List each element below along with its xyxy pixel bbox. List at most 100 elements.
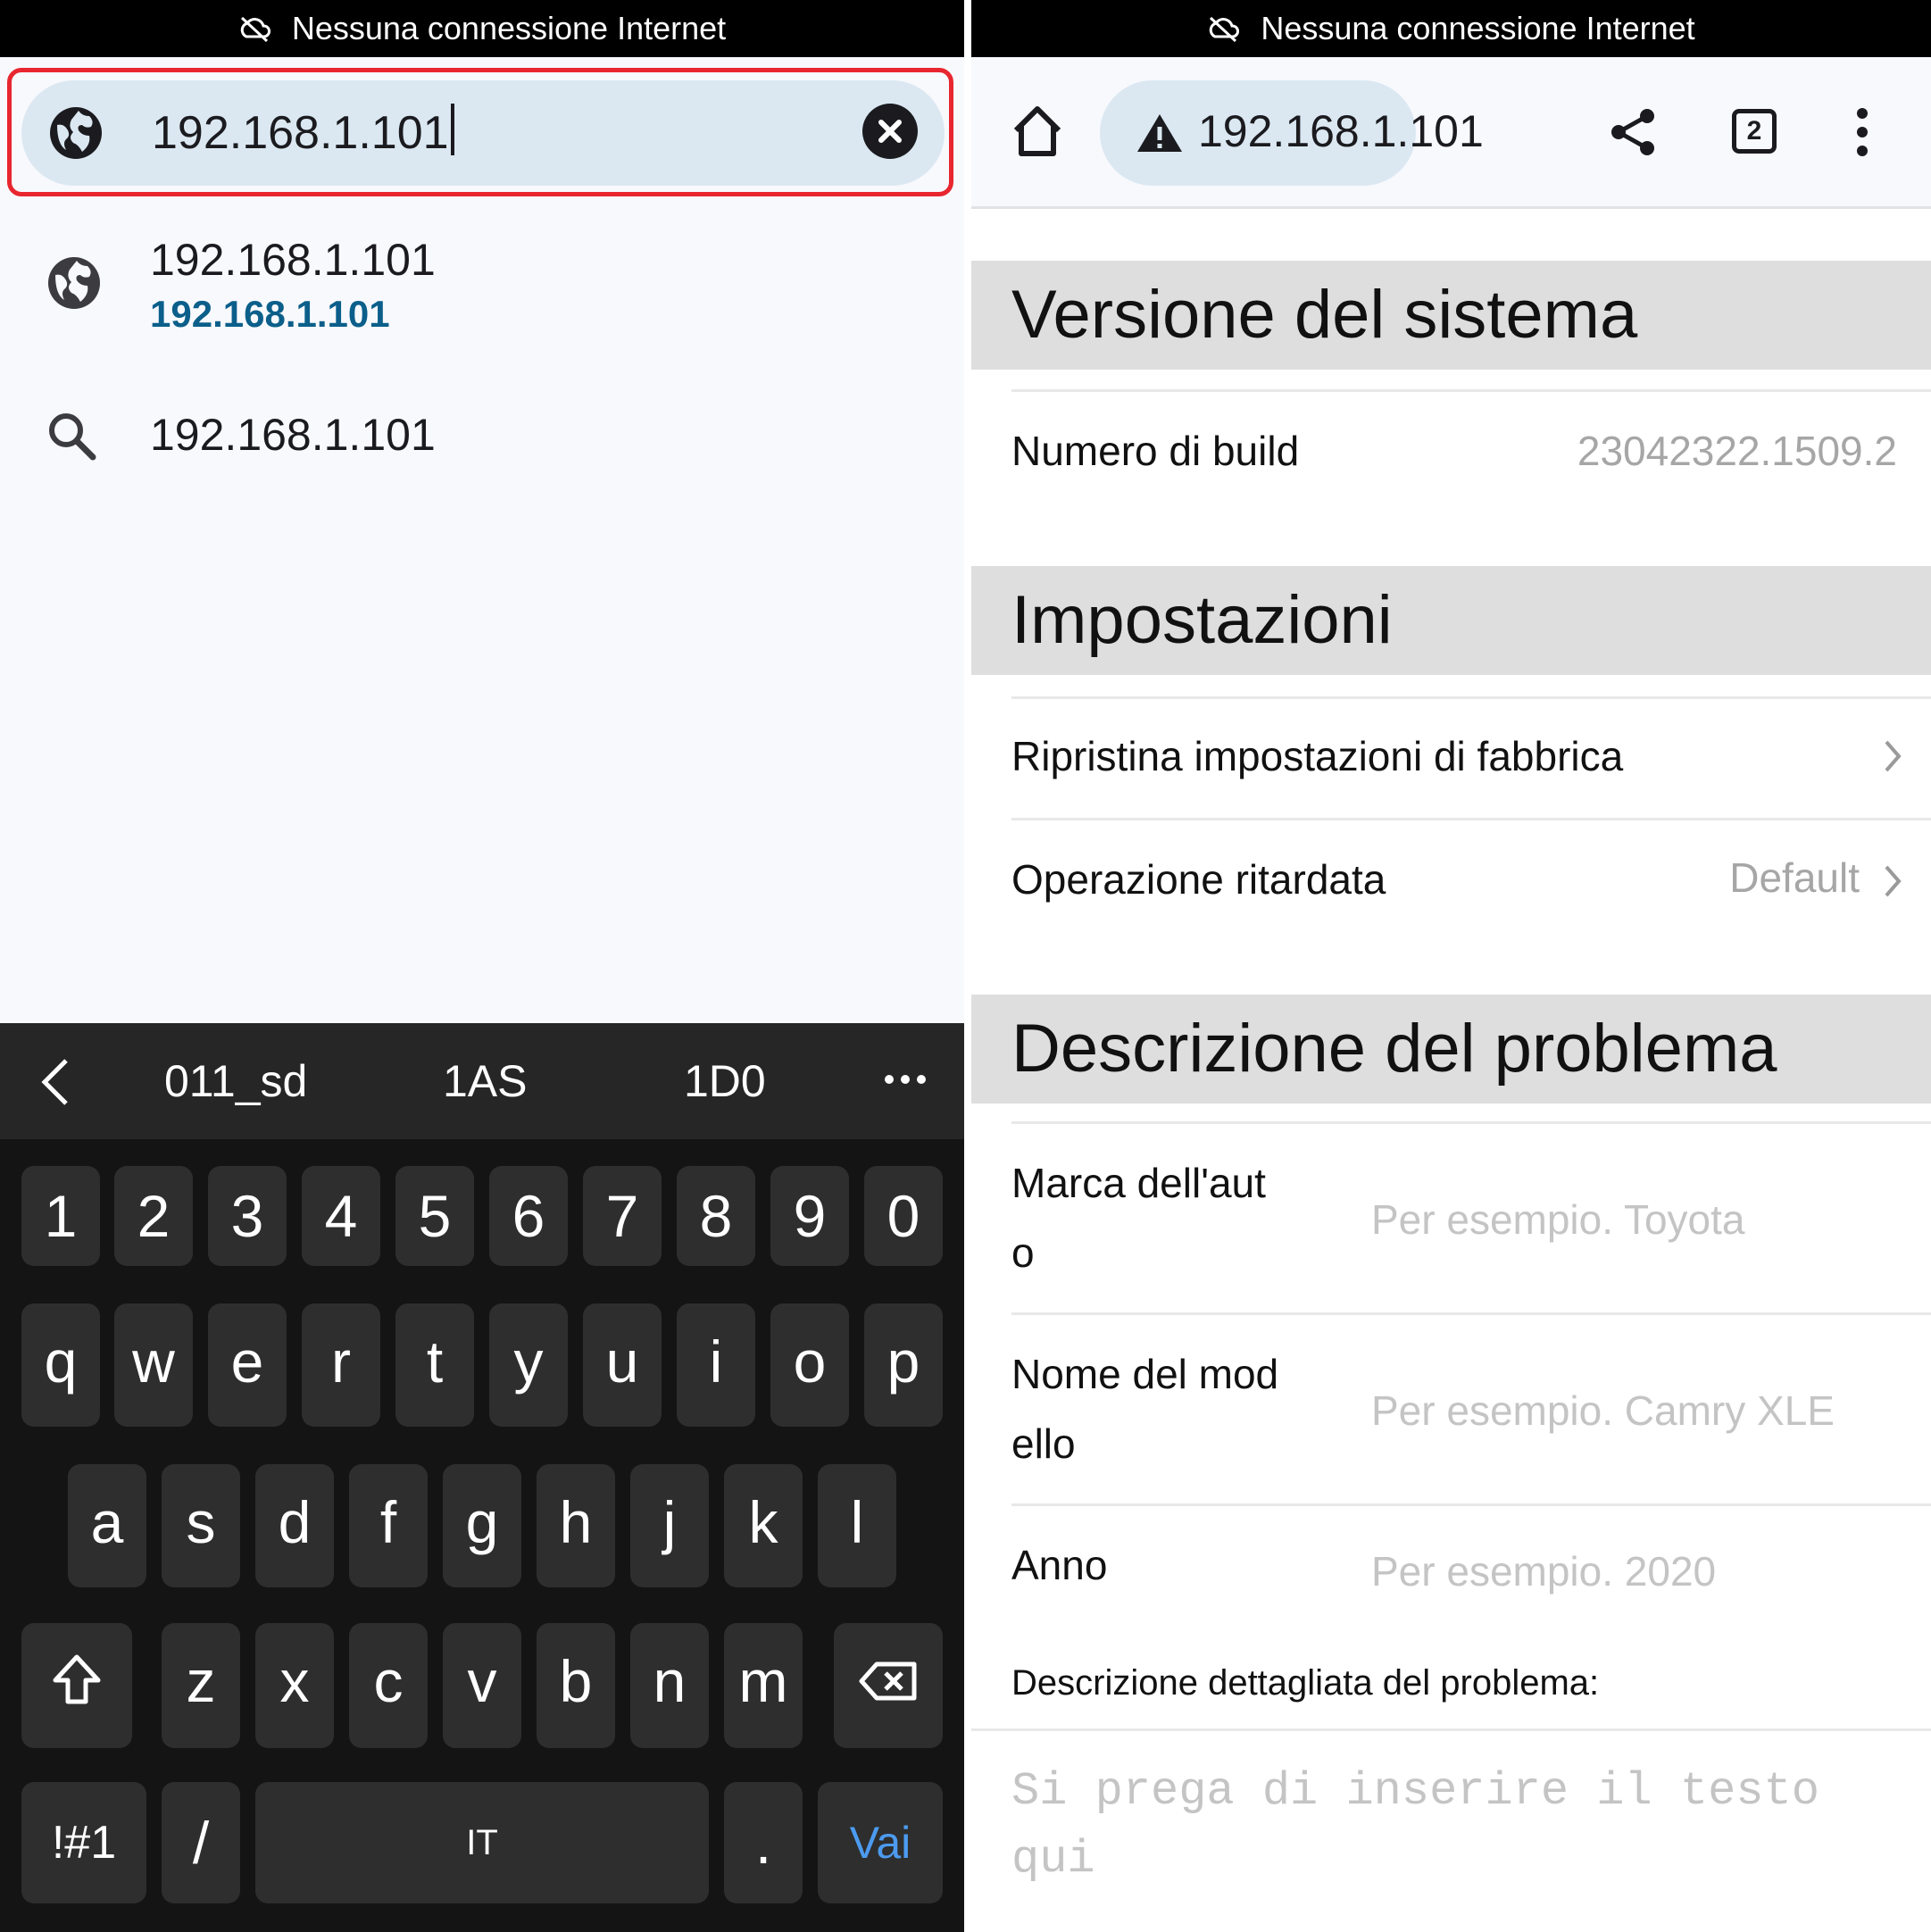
detailed-description-textarea[interactable]: Si prega di inserire il testo qui (971, 1728, 1931, 1932)
shift-key[interactable] (21, 1623, 132, 1748)
key-7[interactable]: 7 (583, 1166, 662, 1266)
search-icon (49, 413, 96, 461)
share-icon[interactable] (1609, 107, 1657, 157)
build-number-label: Numero di build (1011, 428, 1300, 474)
slash-key[interactable]: / (162, 1782, 240, 1903)
space-key[interactable]: IT (255, 1782, 709, 1903)
key-w[interactable]: w (114, 1303, 193, 1427)
key-n[interactable]: n (630, 1623, 709, 1748)
status-bar: Nessuna connessione Internet (971, 0, 1931, 57)
car-brand-label-line2: o (1011, 1229, 1035, 1276)
key-o[interactable]: o (770, 1303, 849, 1427)
key-e[interactable]: e (208, 1303, 287, 1427)
prediction-2[interactable]: 1AS (443, 1055, 528, 1107)
symbols-key[interactable]: !#1 (21, 1782, 146, 1903)
suggestion-title: 192.168.1.101 (150, 410, 436, 460)
key-9[interactable]: 9 (770, 1166, 849, 1266)
period-key[interactable]: . (724, 1782, 803, 1903)
home-icon[interactable] (1011, 104, 1064, 159)
key-m[interactable]: m (724, 1623, 803, 1748)
suggestion-url[interactable]: 192.168.1.101 192.168.1.101 (0, 229, 964, 345)
key-l[interactable]: l (818, 1464, 896, 1587)
url-input[interactable]: 192.168.1.101 (21, 80, 945, 186)
chevron-left-icon[interactable] (39, 1057, 71, 1107)
prediction-bar: 011_sd 1AS 1D0 (0, 1023, 964, 1139)
panel-divider (964, 0, 971, 1932)
key-c[interactable]: c (349, 1623, 428, 1748)
key-5[interactable]: 5 (395, 1166, 474, 1266)
address-text: 192.168.1.101 (1198, 106, 1484, 156)
delayed-operation-value: Default (1729, 854, 1860, 901)
key-h[interactable]: h (537, 1464, 615, 1587)
model-name-label-line1: Nome del mod (1011, 1351, 1279, 1397)
url-text[interactable]: 192.168.1.101 (152, 104, 454, 161)
key-b[interactable]: b (537, 1623, 615, 1748)
shift-icon (53, 1654, 101, 1704)
backspace-icon (859, 1661, 917, 1701)
key-t[interactable]: t (395, 1303, 474, 1427)
car-brand-input[interactable]: Per esempio. Toyota (1371, 1195, 1745, 1244)
section-header-problem: Descrizione del problema (971, 995, 1931, 1103)
overflow-menu-icon[interactable] (1855, 107, 1869, 157)
tab-switcher-button[interactable]: 2 (1732, 109, 1777, 154)
key-4[interactable]: 4 (302, 1166, 380, 1266)
key-8[interactable]: 8 (677, 1166, 755, 1266)
globe-icon (48, 257, 100, 309)
section-header-settings: Impostazioni (971, 566, 1931, 675)
key-r[interactable]: r (302, 1303, 380, 1427)
status-bar: Nessuna connessione Internet (0, 0, 964, 57)
year-row: Per esempio. 2020 (1011, 1503, 1931, 1637)
delayed-operation-label: Operazione ritardata (1011, 856, 1386, 903)
key-y[interactable]: y (489, 1303, 568, 1427)
device-settings-page: Nessuna connessione Internet 192.168.1.1… (971, 0, 1931, 1932)
key-i[interactable]: i (677, 1303, 755, 1427)
key-k[interactable]: k (724, 1464, 803, 1587)
car-brand-label-line1: Marca dell'aut (1011, 1160, 1266, 1206)
model-name-label-line2: ello (1011, 1420, 1076, 1467)
year-label: Anno (1011, 1542, 1108, 1588)
prediction-1[interactable]: 011_sd (164, 1055, 307, 1107)
close-icon (878, 120, 902, 143)
key-f[interactable]: f (349, 1464, 428, 1587)
key-u[interactable]: u (583, 1303, 662, 1427)
section-header-system-version: Versione del sistema (971, 261, 1931, 370)
key-3[interactable]: 3 (208, 1166, 287, 1266)
status-text: Nessuna connessione Internet (1261, 10, 1695, 46)
browser-toolbar: 192.168.1.101 2 (971, 57, 1931, 209)
warning-icon (1137, 114, 1182, 152)
status-text: Nessuna connessione Internet (291, 10, 727, 46)
suggestion-title: 192.168.1.101 (150, 235, 436, 285)
detailed-description-label: Descrizione dettagliata del problema: (1011, 1663, 1600, 1703)
chevron-right-icon (1885, 740, 1902, 772)
year-input[interactable]: Per esempio. 2020 (1371, 1547, 1716, 1595)
key-a[interactable]: a (68, 1464, 146, 1587)
key-p[interactable]: p (864, 1303, 943, 1427)
globe-icon (50, 107, 102, 159)
build-number-value: 23042322.1509.2 (1577, 428, 1897, 474)
more-icon[interactable] (884, 1073, 927, 1086)
key-0[interactable]: 0 (864, 1166, 943, 1266)
key-d[interactable]: d (255, 1464, 334, 1587)
key-q[interactable]: q (21, 1303, 100, 1427)
suggestion-url-text: 192.168.1.101 (150, 293, 390, 335)
chevron-right-icon (1885, 865, 1902, 897)
key-x[interactable]: x (255, 1623, 334, 1748)
key-2[interactable]: 2 (114, 1166, 193, 1266)
key-6[interactable]: 6 (489, 1166, 568, 1266)
key-z[interactable]: z (162, 1623, 240, 1748)
prediction-3[interactable]: 1D0 (684, 1055, 766, 1107)
clear-button[interactable] (862, 104, 918, 159)
key-g[interactable]: g (443, 1464, 521, 1587)
address-bar[interactable]: 192.168.1.101 (1100, 80, 1484, 186)
no-internet-cloud-icon (1210, 16, 1240, 42)
key-v[interactable]: v (443, 1623, 521, 1748)
go-key[interactable]: Vai (818, 1782, 943, 1903)
backspace-key[interactable] (834, 1623, 943, 1748)
browser-omnibox-panel: Nessuna connessione Internet 192.168.1.1… (0, 0, 964, 1932)
key-s[interactable]: s (162, 1464, 240, 1587)
model-name-input[interactable]: Per esempio. Camry XLE (1371, 1387, 1835, 1435)
textarea-placeholder: Si prega di inserire il testo qui (1011, 1765, 1819, 1886)
suggestion-search[interactable]: 192.168.1.101 (0, 393, 964, 473)
key-1[interactable]: 1 (21, 1166, 100, 1266)
key-j[interactable]: j (630, 1464, 709, 1587)
